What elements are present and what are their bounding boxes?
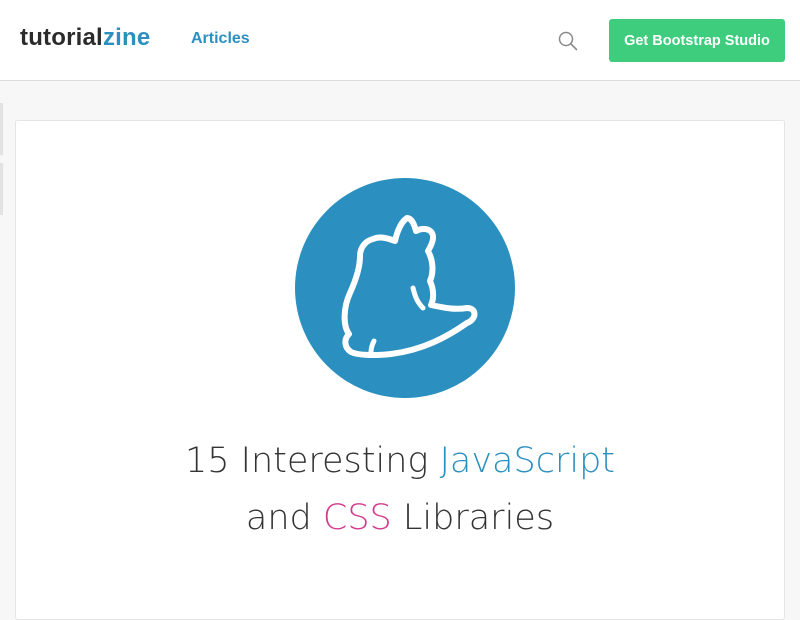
brand-main-text: tutorial bbox=[20, 24, 103, 51]
title-highlight-javascript: JavaScript bbox=[439, 441, 616, 481]
brand-accent-text: zine bbox=[102, 24, 151, 51]
get-bootstrap-studio-button[interactable]: Get Bootstrap Studio bbox=[609, 19, 785, 62]
side-edge-tab[interactable] bbox=[0, 163, 3, 215]
site-logo[interactable]: tutorialzine bbox=[20, 24, 150, 52]
yarn-cat-logo-icon bbox=[295, 178, 515, 398]
nav-link-articles[interactable]: Articles bbox=[191, 30, 250, 48]
article-card[interactable]: 15 Interesting JavaScript and CSS Librar… bbox=[15, 120, 785, 620]
top-navbar: tutorialzine Articles Get Bootstrap Stud… bbox=[0, 0, 800, 81]
title-highlight-css: CSS bbox=[322, 498, 392, 538]
title-text: and bbox=[245, 498, 323, 538]
search-icon bbox=[558, 31, 578, 51]
search-button[interactable] bbox=[556, 29, 580, 53]
title-text: Libraries bbox=[391, 498, 555, 538]
title-text: 15 Interesting bbox=[184, 441, 440, 481]
side-edge-tab[interactable] bbox=[0, 103, 3, 155]
article-title[interactable]: 15 Interesting JavaScript and CSS Librar… bbox=[16, 433, 784, 547]
